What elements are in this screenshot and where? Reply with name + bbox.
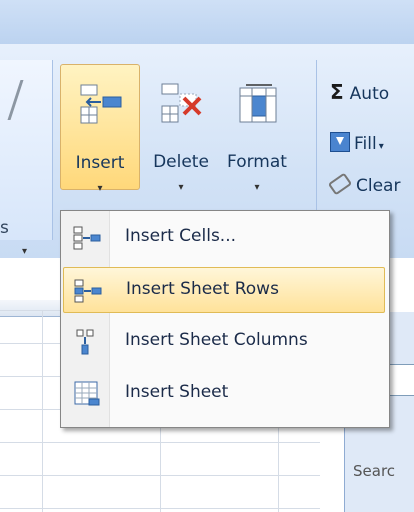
autosum-label: Auto (349, 84, 390, 104)
menu-item-insert-sheet[interactable]: Insert Sheet (63, 371, 385, 417)
chevron-down-icon: ▾ (254, 182, 260, 193)
pane-search-label: Searc (353, 462, 396, 480)
ribbon-left-group: s ▾ (0, 60, 53, 257)
paste-brush-icon (7, 80, 50, 120)
format-cells-icon (239, 84, 277, 123)
eraser-icon (327, 172, 353, 196)
insert-sheet-icon (74, 381, 100, 406)
autosum-button[interactable]: Σ Auto (330, 80, 389, 104)
delete-cells-icon (161, 83, 202, 123)
menu-item-label: Insert Sheet Rows (126, 279, 279, 299)
menu-item-insert-sheet-rows[interactable]: Insert Sheet Rows (63, 267, 385, 313)
menu-item-insert-cells[interactable]: Insert Cells... (63, 215, 385, 261)
ribbon-tab-strip (0, 0, 414, 44)
menu-item-label: Insert Sheet (125, 382, 229, 402)
menu-item-label: Insert Cells... (125, 226, 237, 246)
insert-rows-icon (74, 279, 102, 303)
chevron-down-icon: ▾ (178, 182, 184, 193)
insert-cells-icon (80, 84, 122, 124)
delete-label: Delete (153, 152, 209, 172)
format-label: Format (227, 152, 287, 172)
insert-label: Insert (75, 153, 125, 173)
insert-columns-icon (76, 329, 94, 355)
fill-label: Fill (354, 134, 377, 154)
clear-label: Clear (356, 176, 401, 196)
chevron-down-icon: ▾ (378, 141, 384, 152)
sigma-icon: Σ (330, 80, 344, 104)
insert-dropdown-menu: Insert Cells... Insert Sheet Rows Insert… (60, 210, 390, 428)
fill-button[interactable]: Fill ▾ (330, 132, 384, 154)
left-group-label: s (0, 218, 9, 238)
insert-button[interactable]: Insert ▾ (60, 64, 140, 194)
fill-down-icon (330, 132, 350, 152)
menu-item-label: Insert Sheet Columns (125, 330, 308, 350)
chevron-down-icon[interactable]: ▾ (22, 246, 27, 257)
format-button[interactable]: Format ▾ (218, 64, 296, 193)
insert-cells-icon (73, 226, 101, 250)
clear-button[interactable]: Clear (327, 172, 401, 196)
delete-button[interactable]: Delete ▾ (142, 64, 220, 193)
chevron-down-icon: ▾ (97, 183, 103, 194)
menu-item-insert-sheet-columns[interactable]: Insert Sheet Columns (63, 319, 385, 365)
excel-window: s ▾ Insert ▾ Delete ▾ Format ▾ Σ Auto Fi… (0, 0, 414, 512)
